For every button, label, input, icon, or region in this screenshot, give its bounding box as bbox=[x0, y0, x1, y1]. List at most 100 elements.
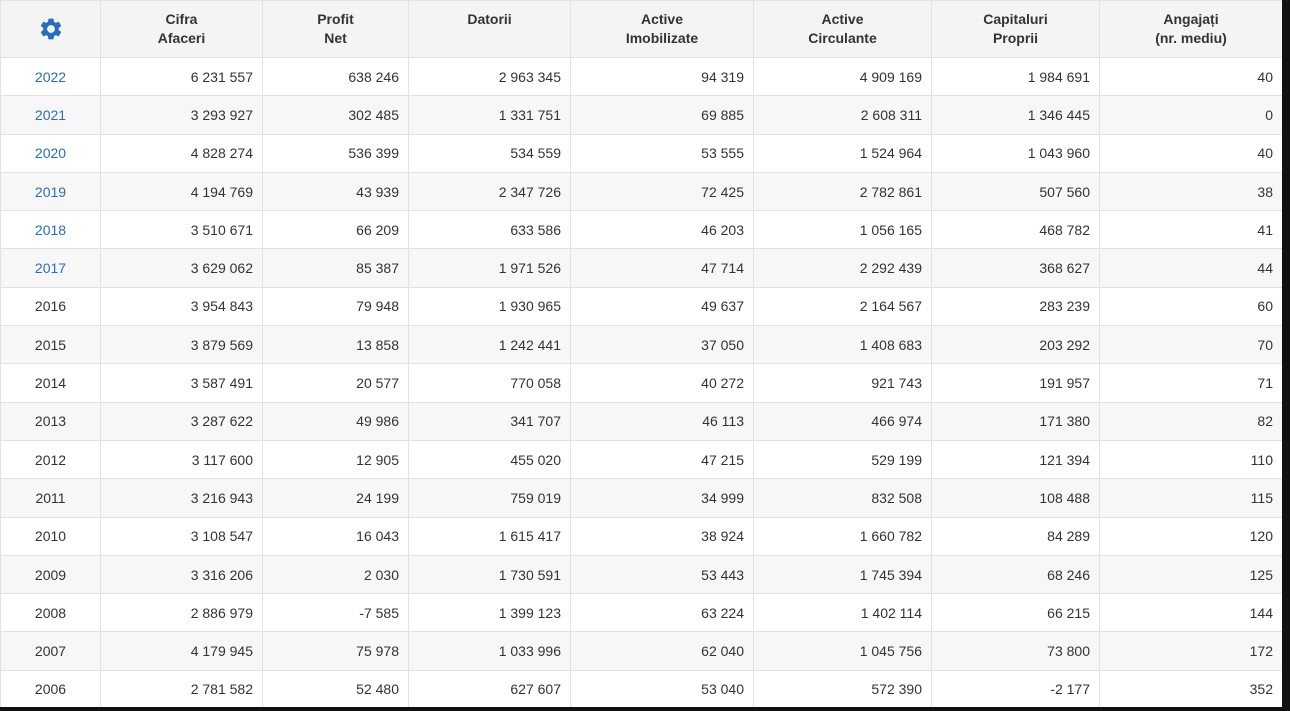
year-link[interactable]: 2021 bbox=[35, 107, 66, 123]
cifra-afaceri-cell: 2 781 582 bbox=[100, 669, 263, 707]
profit-net-cell: 24 199 bbox=[262, 478, 409, 518]
active-imobilizate-cell: 63 224 bbox=[570, 593, 754, 633]
year-cell: 2015 bbox=[0, 325, 101, 365]
angajati-cell: 120 bbox=[1099, 516, 1282, 556]
year-label: 2006 bbox=[34, 681, 67, 698]
year-label: 2011 bbox=[35, 489, 66, 506]
active-imobilizate-cell: 47 215 bbox=[570, 439, 754, 480]
angajati-cell: 144 bbox=[1099, 593, 1282, 633]
active-circulante-cell: 1 524 964 bbox=[753, 133, 932, 173]
angajati-cell: 38 bbox=[1099, 171, 1282, 212]
column-header-cifra-afaceri[interactable]: Cifra Afaceri bbox=[100, 0, 263, 58]
capitaluri-proprii-cell: 368 627 bbox=[931, 248, 1100, 288]
table-row: 2013 3 287 622 49 986 341 707 46 113 466 974 1… bbox=[0, 401, 1282, 441]
active-imobilizate-cell: 40 272 bbox=[570, 363, 754, 403]
angajati-cell: 60 bbox=[1099, 286, 1282, 327]
column-header-datorii[interactable]: Datorii bbox=[408, 0, 571, 58]
year-cell: 2010 bbox=[0, 516, 101, 556]
year-cell: 2016 bbox=[0, 286, 101, 327]
angajati-cell: 0 bbox=[1099, 95, 1282, 135]
table-row: 2010 3 108 547 16 043 1 615 417 38 924 1 660 … bbox=[0, 516, 1282, 556]
cifra-afaceri-cell: 3 108 547 bbox=[100, 516, 263, 556]
year-label: 2015 bbox=[34, 336, 67, 353]
year-label: 2012 bbox=[34, 451, 67, 468]
cifra-afaceri-cell: 2 886 979 bbox=[100, 593, 263, 633]
cifra-afaceri-cell: 3 316 206 bbox=[100, 554, 263, 595]
profit-net-cell: 2 030 bbox=[262, 554, 409, 595]
capitaluri-proprii-cell: 283 239 bbox=[931, 286, 1100, 327]
gear-icon[interactable] bbox=[38, 16, 64, 42]
active-imobilizate-cell: 62 040 bbox=[570, 631, 754, 671]
angajati-cell: 172 bbox=[1099, 631, 1282, 671]
profit-net-cell: 75 978 bbox=[262, 631, 409, 671]
capitaluri-proprii-cell: 507 560 bbox=[931, 171, 1100, 212]
datorii-cell: 1 242 441 bbox=[408, 325, 571, 365]
column-header-active-imobilizate[interactable]: Active Imobilizate bbox=[570, 0, 754, 58]
settings-header-cell bbox=[0, 0, 101, 58]
profit-net-cell: 79 948 bbox=[262, 286, 409, 327]
cifra-afaceri-cell: 3 293 927 bbox=[100, 95, 263, 135]
header-line: Capitaluri bbox=[983, 11, 1048, 27]
column-header-angajati[interactable]: Angajați (nr. mediu) bbox=[1099, 0, 1282, 58]
capitaluri-proprii-cell: 84 289 bbox=[931, 516, 1100, 556]
capitaluri-proprii-cell: 203 292 bbox=[931, 325, 1100, 365]
active-imobilizate-cell: 46 113 bbox=[570, 401, 754, 441]
cifra-afaceri-cell: 3 287 622 bbox=[100, 401, 263, 441]
table-row: 2012 3 117 600 12 905 455 020 47 215 529 199 1… bbox=[0, 439, 1282, 480]
column-header-active-circulante[interactable]: Active Circulante bbox=[753, 0, 932, 58]
datorii-cell: 455 020 bbox=[408, 439, 571, 480]
capitaluri-proprii-cell: 468 782 bbox=[931, 210, 1100, 250]
header-line: Net bbox=[324, 30, 347, 46]
datorii-cell: 534 559 bbox=[408, 133, 571, 173]
year-cell: 2006 bbox=[0, 669, 101, 707]
active-circulante-cell: 1 056 165 bbox=[753, 210, 932, 250]
profit-net-cell: -7 585 bbox=[262, 593, 409, 633]
active-circulante-cell: 832 508 bbox=[753, 478, 932, 518]
active-imobilizate-cell: 53 443 bbox=[570, 554, 754, 595]
table-row: 2009 3 316 206 2 030 1 730 591 53 443 1 745 3… bbox=[0, 554, 1282, 595]
year-link[interactable]: 2022 bbox=[35, 69, 66, 85]
profit-net-cell: 85 387 bbox=[262, 248, 409, 288]
cifra-afaceri-cell: 4 179 945 bbox=[100, 631, 263, 671]
active-imobilizate-cell: 69 885 bbox=[570, 95, 754, 135]
table-row: 2008 2 886 979 -7 585 1 399 123 63 224 1 402 … bbox=[0, 593, 1282, 633]
angajati-cell: 40 bbox=[1099, 133, 1282, 173]
year-link[interactable]: 2019 bbox=[35, 184, 66, 200]
header-line: Profit bbox=[317, 11, 354, 27]
active-circulante-cell: 2 292 439 bbox=[753, 248, 932, 288]
active-imobilizate-cell: 72 425 bbox=[570, 171, 754, 212]
capitaluri-proprii-cell: 171 380 bbox=[931, 401, 1100, 441]
year-cell: 2017 bbox=[0, 248, 101, 288]
active-circulante-cell: 1 402 114 bbox=[753, 593, 932, 633]
column-header-capitaluri-proprii[interactable]: Capitaluri Proprii bbox=[931, 0, 1100, 58]
cifra-afaceri-cell: 4 828 274 bbox=[100, 133, 263, 173]
table-row: 2014 3 587 491 20 577 770 058 40 272 921 743 1… bbox=[0, 363, 1282, 403]
financial-table-container: Cifra Afaceri Profit Net Datorii Active … bbox=[0, 0, 1282, 707]
year-link[interactable]: 2017 bbox=[35, 260, 66, 276]
active-circulante-cell: 921 743 bbox=[753, 363, 932, 403]
year-cell: 2007 bbox=[0, 631, 101, 671]
angajati-cell: 352 bbox=[1099, 669, 1282, 707]
header-line: Datorii bbox=[467, 11, 512, 27]
datorii-cell: 1 930 965 bbox=[408, 286, 571, 327]
year-cell: 2018 bbox=[0, 210, 101, 250]
active-imobilizate-cell: 53 555 bbox=[570, 133, 754, 173]
table-row: 2007 4 179 945 75 978 1 033 996 62 040 1 045 … bbox=[0, 631, 1282, 671]
header-line: Active bbox=[640, 11, 684, 27]
year-label: 2014 bbox=[34, 375, 67, 392]
year-cell: 2019 bbox=[0, 171, 101, 212]
profit-net-cell: 638 246 bbox=[262, 56, 409, 97]
table-row: 2011 3 216 943 24 199 759 019 34 999 832 508 1… bbox=[0, 478, 1282, 518]
capitaluri-proprii-cell: 66 215 bbox=[931, 593, 1100, 633]
header-line: Angajați bbox=[1163, 11, 1219, 27]
active-circulante-cell: 466 974 bbox=[753, 401, 932, 441]
active-circulante-cell: 2 164 567 bbox=[753, 286, 932, 327]
column-header-profit-net[interactable]: Profit Net bbox=[262, 0, 409, 58]
year-link[interactable]: 2018 bbox=[35, 222, 66, 238]
header-line: Proprii bbox=[992, 30, 1039, 46]
datorii-cell: 1 730 591 bbox=[408, 554, 571, 595]
profit-net-cell: 302 485 bbox=[262, 95, 409, 135]
header-line: Imobilizate bbox=[625, 30, 699, 46]
year-cell: 2021 bbox=[0, 95, 101, 135]
year-link[interactable]: 2020 bbox=[35, 145, 66, 161]
